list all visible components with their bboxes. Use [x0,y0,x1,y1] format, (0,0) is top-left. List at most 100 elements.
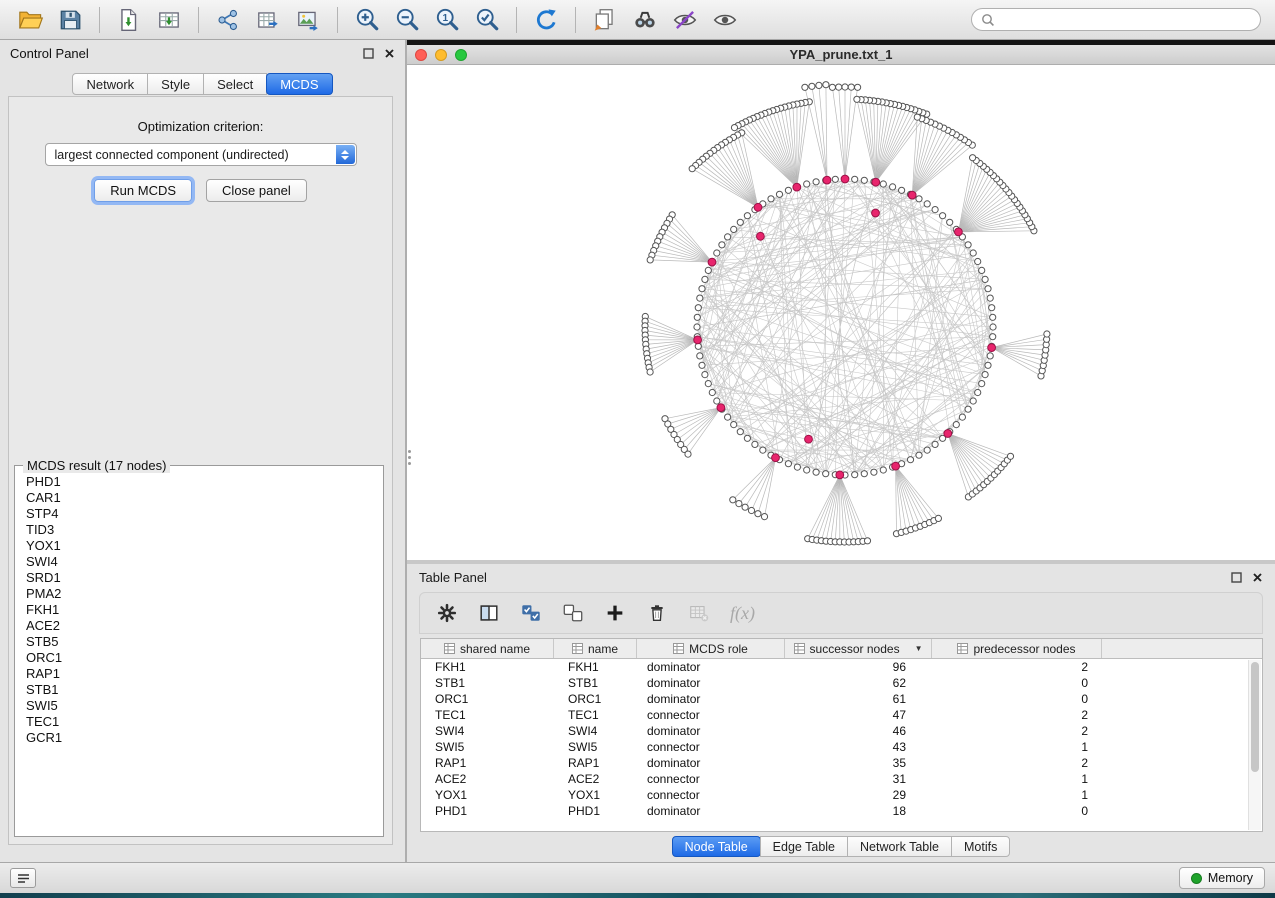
cell-shared-name[interactable]: SWI4 [421,723,554,739]
cell-shared-name[interactable]: ORC1 [421,691,554,707]
cell-shared-name[interactable]: RAP1 [421,755,554,771]
graph-node[interactable] [990,314,996,320]
toolbar-search[interactable] [971,8,1261,31]
graph-node[interactable] [832,176,838,182]
graph-node[interactable] [804,181,810,187]
cell-MCDS-role[interactable]: dominator [637,755,785,771]
graph-node[interactable] [802,84,808,90]
graph-node[interactable] [744,213,750,219]
cell-shared-name[interactable]: STB1 [421,675,554,691]
close-panel-icon[interactable] [384,48,395,59]
graph-node[interactable] [932,441,938,447]
graph-node[interactable] [719,242,725,248]
graph-node[interactable] [852,176,858,182]
cell-name[interactable]: RAP1 [554,755,637,771]
graph-node[interactable] [804,467,810,473]
cell-successor-nodes[interactable]: 43 [785,739,932,755]
graph-node[interactable] [982,276,988,282]
graph-node[interactable] [685,451,691,457]
cell-predecessor-nodes[interactable]: 2 [932,723,1102,739]
cell-successor-nodes[interactable]: 31 [785,771,932,787]
cell-shared-name[interactable]: FKH1 [421,659,554,675]
cell-name[interactable]: YOX1 [554,787,637,803]
cell-successor-nodes[interactable]: 62 [785,675,932,691]
tab-edge-table[interactable]: Edge Table [760,836,848,857]
graph-node[interactable] [861,177,867,183]
dominator-node[interactable] [872,178,880,186]
graph-node[interactable] [836,84,842,90]
cell-MCDS-role[interactable]: dominator [637,691,785,707]
cell-shared-name[interactable]: ACE2 [421,771,554,787]
dominator-node[interactable] [892,462,900,470]
graph-node[interactable] [979,267,985,273]
column-header-name[interactable]: name [554,639,637,658]
graph-node[interactable] [702,372,708,378]
graph-node[interactable] [914,114,920,120]
zoom-fit-content-button[interactable]: 1 [429,4,465,36]
import-network-from-file-button[interactable] [111,4,147,36]
graph-node[interactable] [714,398,720,404]
graph-node[interactable] [970,155,976,161]
graph-node[interactable] [705,267,711,273]
graph-node[interactable] [975,389,981,395]
graph-node[interactable] [768,196,774,202]
result-node[interactable]: ORC1 [26,650,383,666]
graph-node[interactable] [731,125,737,131]
dominator-node[interactable] [717,404,725,412]
graph-node[interactable] [737,219,743,225]
graph-node[interactable] [705,381,711,387]
network-canvas[interactable] [407,65,1275,560]
splitter-grip-icon[interactable] [408,450,411,465]
clone-network-button[interactable] [587,4,623,36]
cell-shared-name[interactable]: YOX1 [421,787,554,803]
dominator-node[interactable] [793,183,801,191]
search-network-button[interactable] [627,4,663,36]
scrollbar-thumb[interactable] [1251,662,1259,772]
graph-node[interactable] [694,324,700,330]
graph-node[interactable] [699,286,705,292]
graph-node[interactable] [709,389,715,395]
cell-successor-nodes[interactable]: 46 [785,723,932,739]
column-header-MCDS-role[interactable]: MCDS role [637,639,785,658]
graph-node[interactable] [987,295,993,301]
graph-node[interactable] [855,84,861,90]
cell-predecessor-nodes[interactable]: 1 [932,787,1102,803]
graph-node[interactable] [924,447,930,453]
optimization-criterion-select[interactable]: largest connected component (undirected) [45,143,357,166]
dominator-node[interactable] [754,203,762,211]
cell-MCDS-role[interactable]: connector [637,787,785,803]
tab-network[interactable]: Network [72,73,148,95]
graph-node[interactable] [776,191,782,197]
dominator-node[interactable] [944,430,952,438]
result-node[interactable]: STB5 [26,634,383,650]
cell-shared-name[interactable]: SWI5 [421,739,554,755]
graph-node[interactable] [852,472,858,478]
result-node[interactable]: TID3 [26,522,383,538]
tab-node-table[interactable]: Node Table [672,836,761,857]
tab-motifs[interactable]: Motifs [951,836,1010,857]
dominator-node[interactable] [988,344,996,352]
cell-predecessor-nodes[interactable]: 2 [932,707,1102,723]
cell-name[interactable]: SWI4 [554,723,637,739]
result-node[interactable]: SWI4 [26,554,383,570]
tab-style[interactable]: Style [147,73,204,95]
graph-node[interactable] [880,467,886,473]
graph-node[interactable] [755,511,761,517]
result-node[interactable]: PMA2 [26,586,383,602]
graph-node[interactable] [916,452,922,458]
cell-predecessor-nodes[interactable]: 0 [932,675,1102,691]
graph-node[interactable] [982,372,988,378]
result-node[interactable]: RAP1 [26,666,383,682]
graph-node[interactable] [924,201,930,207]
dominator-node[interactable] [708,258,716,266]
cell-name[interactable]: FKH1 [554,659,637,675]
tab-mcds[interactable]: MCDS [266,73,332,95]
column-header-shared-name[interactable]: shared name [421,639,554,658]
graph-node[interactable] [965,242,971,248]
cell-predecessor-nodes[interactable]: 0 [932,691,1102,707]
cell-predecessor-nodes[interactable]: 1 [932,739,1102,755]
tab-select[interactable]: Select [203,73,267,95]
graph-node[interactable] [794,464,800,470]
dominator-node[interactable] [841,175,849,183]
graph-node[interactable] [752,441,758,447]
